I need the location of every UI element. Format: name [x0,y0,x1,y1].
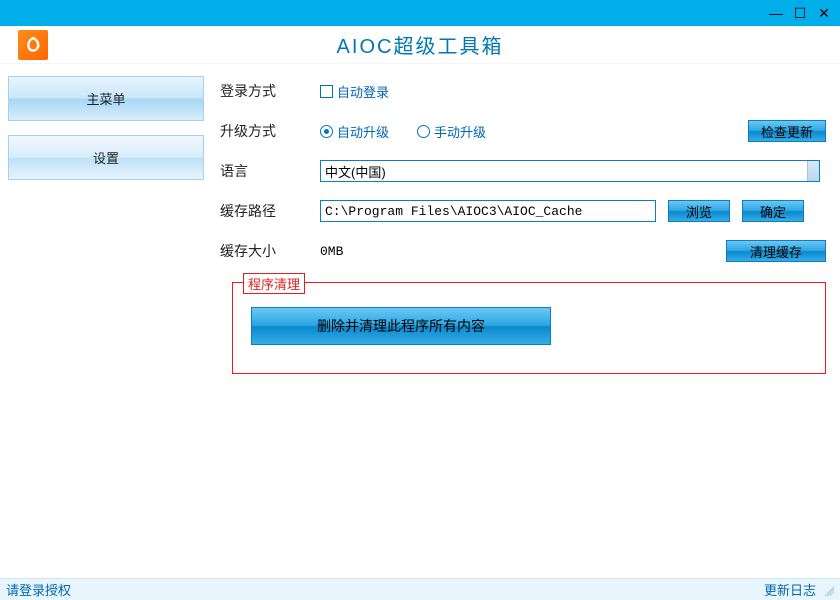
minimize-button[interactable]: — [768,5,784,21]
row-cache-size: 缓存大小 0MB 清理缓存 [220,236,826,266]
auto-login-label: 自动登录 [337,82,389,101]
cache-size-value: 0MB [320,244,343,259]
auto-login-checkbox[interactable]: 自动登录 [320,82,389,101]
button-label: 删除并清理此程序所有内容 [317,316,485,336]
radio-icon [320,125,333,138]
row-upgrade-method: 升级方式 自动升级 手动升级 检查更新 [220,116,826,146]
confirm-button[interactable]: 确定 [742,200,804,222]
auto-upgrade-label: 自动升级 [337,122,389,141]
upgrade-method-label: 升级方式 [220,121,320,141]
settings-panel: 登录方式 自动登录 升级方式 自动升级 手动升级 检查更新 语言 [212,64,840,578]
body-area: 主菜单 设置 登录方式 自动登录 升级方式 自动升级 手动升级 [0,64,840,578]
program-cleanup-group: 程序清理 删除并清理此程序所有内容 [232,282,826,374]
statusbar: 请登录授权 更新日志 [0,578,840,600]
cache-size-label: 缓存大小 [220,241,320,261]
row-cache-path: 缓存路径 浏览 确定 [220,196,826,226]
button-label: 清理缓存 [750,242,802,261]
sidebar-item-settings[interactable]: 设置 [8,135,204,180]
status-auth-text: 请登录授权 [6,580,71,599]
radio-icon [417,125,430,138]
button-label: 浏览 [686,202,712,221]
close-button[interactable]: ✕ [816,5,832,21]
sidebar-item-main-menu[interactable]: 主菜单 [8,76,204,121]
row-language: 语言 中文(中国) [220,156,826,186]
manual-upgrade-label: 手动升级 [434,122,486,141]
row-login-method: 登录方式 自动登录 [220,76,826,106]
button-label: 检查更新 [761,122,813,141]
login-method-label: 登录方式 [220,81,320,101]
cache-path-input[interactable] [320,200,656,222]
browse-button[interactable]: 浏览 [668,200,730,222]
language-label: 语言 [220,161,320,181]
app-title: AIOC超级工具箱 [48,30,792,59]
logo-icon [22,34,44,56]
resize-grip-icon[interactable] [822,584,834,596]
language-value: 中文(中国) [325,162,386,181]
changelog-link[interactable]: 更新日志 [764,580,816,599]
cache-path-label: 缓存路径 [220,201,320,221]
manual-upgrade-radio[interactable]: 手动升级 [417,122,486,141]
language-select[interactable]: 中文(中国) [320,160,820,182]
sidebar-item-label: 主菜单 [86,89,125,108]
chevron-down-icon [807,161,819,181]
app-logo [18,30,48,60]
cleanup-group-title: 程序清理 [243,273,305,294]
delete-cleanup-button[interactable]: 删除并清理此程序所有内容 [251,307,551,345]
sidebar-item-label: 设置 [93,148,119,167]
button-label: 确定 [760,202,786,221]
auto-upgrade-radio[interactable]: 自动升级 [320,122,389,141]
check-update-button[interactable]: 检查更新 [748,120,826,142]
maximize-button[interactable]: ☐ [792,5,808,21]
header: AIOC超级工具箱 [0,26,840,64]
checkbox-icon [320,85,333,98]
clear-cache-button[interactable]: 清理缓存 [726,240,826,262]
sidebar: 主菜单 设置 [0,64,212,578]
titlebar: — ☐ ✕ [0,0,840,26]
